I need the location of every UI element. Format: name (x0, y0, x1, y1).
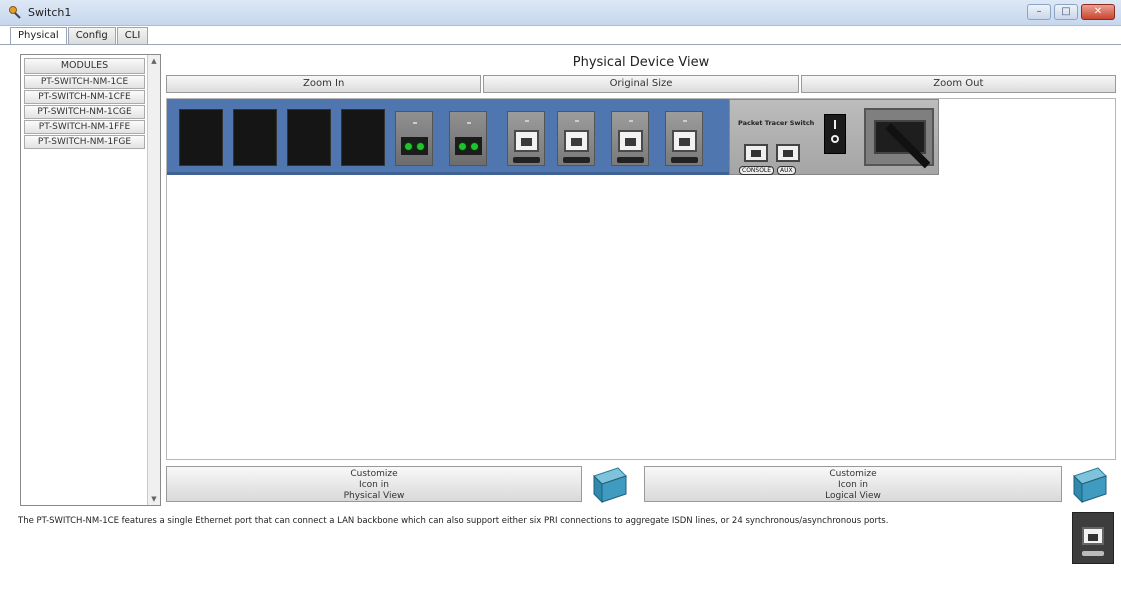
app-icon (9, 6, 21, 19)
tab-config[interactable]: Config (67, 27, 116, 44)
device-chassis (167, 99, 729, 175)
switch-icon[interactable] (1068, 464, 1108, 504)
module-item[interactable]: PT-SWITCH-NM-1CGE (24, 105, 145, 119)
port-led-icon (458, 142, 467, 151)
empty-slot[interactable] (179, 109, 223, 166)
console-label: CONSOLE (739, 166, 775, 175)
power-switch[interactable] (824, 114, 846, 154)
empty-slot[interactable] (233, 109, 277, 166)
device-control-panel: Packet Tracer Switch CONSOLE AUX (729, 99, 939, 175)
window-controls: – □ ✕ (1027, 4, 1115, 20)
modules-panel: MODULES PT-SWITCH-NM-1CE PT-SWITCH-NM-1C… (20, 54, 161, 506)
button-label-line: Physical View (343, 491, 405, 501)
customize-physical-icon-button[interactable]: Customize Icon in Physical View (166, 466, 582, 502)
module-description: The PT-SWITCH-NM-1CE features a single E… (18, 516, 889, 526)
tab-physical[interactable]: Physical (10, 27, 67, 45)
fiber-port[interactable] (449, 111, 487, 166)
window-title: Switch1 (28, 6, 72, 19)
empty-slot[interactable] (341, 109, 385, 166)
empty-slot[interactable] (287, 109, 331, 166)
console-port[interactable] (744, 144, 768, 162)
module-item[interactable]: PT-SWITCH-NM-1FGE (24, 135, 145, 149)
zoom-out-button[interactable]: Zoom Out (800, 75, 1116, 93)
button-label-line: Icon in (359, 480, 389, 490)
customize-logical-icon-button[interactable]: Customize Icon in Logical View (644, 466, 1062, 502)
tab-cli[interactable]: CLI (116, 27, 149, 44)
power-off-icon (831, 135, 839, 143)
port-led-icon (404, 142, 413, 151)
page-title: Physical Device View (572, 55, 710, 70)
button-label-line: Customize (829, 469, 877, 479)
module-item[interactable]: PT-SWITCH-NM-1FFE (24, 120, 145, 134)
fiber-port[interactable] (395, 111, 433, 166)
port-led-icon (470, 142, 479, 151)
switch-device: Packet Tracer Switch CONSOLE AUX (167, 99, 939, 175)
button-label-line: Customize (350, 469, 398, 479)
aux-label: AUX (777, 166, 796, 175)
modules-scrollbar[interactable]: ▲ ▼ (147, 55, 160, 505)
tab-bar: Physical Config CLI (10, 27, 149, 45)
minimize-button[interactable]: – (1027, 4, 1051, 20)
aux-port[interactable] (776, 144, 800, 162)
zoom-toolbar: Zoom In Original Size Zoom Out (166, 75, 1116, 93)
button-label-line: Icon in (838, 480, 868, 490)
power-on-icon (834, 120, 836, 129)
title-bar: Switch1 – □ ✕ (0, 0, 1121, 26)
zoom-in-button[interactable]: Zoom In (166, 75, 482, 93)
modules-list: MODULES PT-SWITCH-NM-1CE PT-SWITCH-NM-1C… (21, 55, 148, 505)
tab-divider (0, 44, 1121, 45)
modules-header: MODULES (24, 58, 145, 74)
maximize-button[interactable]: □ (1054, 4, 1078, 20)
ethernet-port[interactable] (665, 111, 703, 166)
module-item[interactable]: PT-SWITCH-NM-1CFE (24, 90, 145, 104)
ethernet-port[interactable] (507, 111, 545, 166)
ethernet-module-icon (1072, 512, 1114, 564)
close-button[interactable]: ✕ (1081, 4, 1115, 20)
scroll-down-icon[interactable]: ▼ (148, 493, 160, 505)
power-socket (864, 108, 934, 169)
switch-icon[interactable] (588, 464, 628, 504)
original-size-button[interactable]: Original Size (483, 75, 799, 93)
button-label-line: Logical View (825, 491, 881, 501)
port-led-icon (416, 142, 425, 151)
module-item[interactable]: PT-SWITCH-NM-1CE (24, 75, 145, 89)
ethernet-port[interactable] (611, 111, 649, 166)
device-brand: Packet Tracer Switch (738, 119, 815, 127)
scroll-up-icon[interactable]: ▲ (148, 55, 160, 67)
ethernet-port[interactable] (557, 111, 595, 166)
device-canvas: Packet Tracer Switch CONSOLE AUX (166, 98, 1116, 460)
